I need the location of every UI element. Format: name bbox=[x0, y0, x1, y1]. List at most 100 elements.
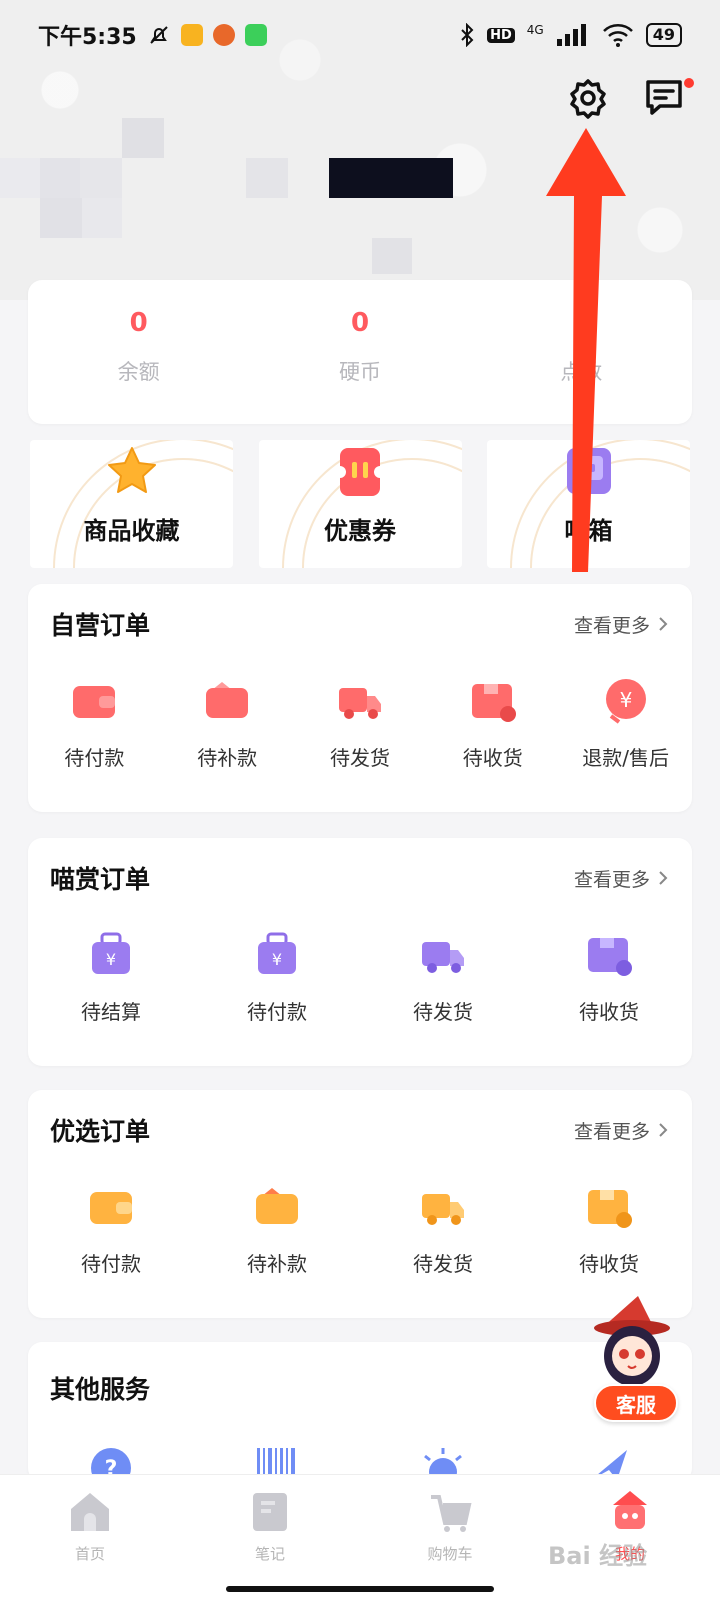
chevron-right-icon bbox=[659, 871, 668, 885]
stat-coins[interactable]: 0 硬币 bbox=[249, 280, 470, 424]
quick-link-label: 喵箱 bbox=[564, 517, 613, 545]
stat-value: 0 bbox=[572, 308, 591, 338]
app-notification-icon bbox=[244, 24, 267, 46]
wallet-refill-icon bbox=[256, 1188, 298, 1224]
section-title: 其他服务 bbox=[50, 1375, 151, 1404]
username-redacted bbox=[329, 158, 453, 198]
view-more-label: 查看更多 bbox=[573, 614, 650, 637]
order-status-pending-topup[interactable]: 待补款 bbox=[161, 676, 294, 771]
order-status-label: 退款/售后 bbox=[582, 746, 669, 770]
notification-dot bbox=[684, 78, 694, 88]
order-status-label: 待付款 bbox=[247, 1000, 307, 1024]
customer-service-button[interactable]: 客服 bbox=[594, 1384, 678, 1422]
tab-label: 购物车 bbox=[427, 1545, 473, 1563]
view-more-label: 查看更多 bbox=[573, 1120, 650, 1143]
truck-icon bbox=[422, 1194, 464, 1225]
order-status-to-ship[interactable]: 待发货 bbox=[360, 1182, 526, 1277]
order-status-to-ship[interactable]: 待发货 bbox=[294, 676, 427, 771]
order-status-refund[interactable]: ¥ 退款/售后 bbox=[559, 676, 692, 771]
order-status-to-settle[interactable]: ¥ 待结算 bbox=[28, 930, 194, 1025]
stat-label: 余额 bbox=[117, 360, 160, 384]
mute-bell-icon bbox=[150, 26, 168, 44]
order-status-to-receive[interactable]: 待收货 bbox=[526, 1182, 692, 1277]
order-status-label: 待收货 bbox=[579, 1252, 639, 1276]
order-status-to-ship[interactable]: 待发货 bbox=[360, 930, 526, 1025]
view-more-link[interactable]: 查看更多 bbox=[574, 611, 670, 638]
tab-cart[interactable]: 购物车 bbox=[360, 1475, 540, 1600]
stat-balance[interactable]: 0 余额 bbox=[28, 280, 249, 424]
order-status-pending-payment[interactable]: 待付款 bbox=[28, 676, 161, 771]
order-status-pending-topup[interactable]: 待补款 bbox=[194, 1182, 360, 1277]
chevron-right-icon bbox=[659, 1123, 668, 1137]
svg-text:¥: ¥ bbox=[272, 950, 282, 969]
tab-home[interactable]: 首页 bbox=[0, 1475, 180, 1600]
order-status-label: 待收货 bbox=[579, 1000, 639, 1024]
wallet-icon bbox=[73, 686, 116, 718]
battery-level: 49 bbox=[645, 23, 682, 47]
order-status-label: 待收货 bbox=[462, 746, 523, 770]
quick-link-label: 优惠券 bbox=[324, 517, 396, 545]
box-icon bbox=[566, 448, 611, 494]
quick-link-label: 商品收藏 bbox=[83, 517, 180, 545]
view-more-link[interactable]: 查看更多 bbox=[574, 1117, 670, 1144]
order-status-pending-payment[interactable]: ¥ 待付款 bbox=[194, 930, 360, 1025]
home-icon bbox=[71, 1493, 109, 1531]
order-status-label: 待补款 bbox=[197, 746, 258, 770]
order-status-label: 待发货 bbox=[413, 1000, 473, 1024]
stat-value: 0 bbox=[129, 308, 148, 338]
mascot-avatar[interactable] bbox=[592, 1294, 678, 1390]
stat-label: 硬币 bbox=[338, 360, 381, 384]
quick-link-favorites[interactable]: 商品收藏 bbox=[30, 440, 233, 568]
quick-link-coupons[interactable]: 优惠券 bbox=[258, 440, 462, 568]
refund-icon: ¥ bbox=[605, 679, 646, 724]
view-more-label: 查看更多 bbox=[573, 868, 650, 891]
section-title: 自营订单 bbox=[50, 611, 151, 640]
coupon-icon bbox=[334, 448, 386, 496]
truck-icon bbox=[422, 942, 464, 973]
tab-label: 笔记 bbox=[254, 1545, 285, 1563]
signal-icon bbox=[556, 24, 586, 46]
wallet-refill-icon bbox=[206, 682, 249, 718]
chevron-right-icon bbox=[659, 617, 668, 631]
customer-service-label: 客服 bbox=[616, 1392, 656, 1417]
section-title: 优选订单 bbox=[50, 1117, 151, 1146]
order-status-label: 待补款 bbox=[247, 1252, 307, 1276]
watermark: Bai 经验 bbox=[548, 1542, 648, 1570]
package-icon bbox=[471, 684, 516, 722]
star-icon bbox=[107, 447, 156, 493]
wallet-stats-card: 0 余额 0 硬币 0 点数 bbox=[28, 280, 692, 424]
order-status-to-receive[interactable]: 待收货 bbox=[526, 930, 692, 1025]
order-status-label: 待付款 bbox=[81, 1252, 141, 1276]
svg-text:¥: ¥ bbox=[619, 688, 632, 712]
package-icon bbox=[588, 1190, 632, 1228]
self-orders-card: 自营订单 查看更多 待付款 待补款 待发货 待收货 ¥ 退款/售后 bbox=[28, 584, 692, 812]
order-status-pending-payment[interactable]: 待付款 bbox=[28, 1182, 194, 1277]
stat-points[interactable]: 0 点数 bbox=[471, 280, 692, 424]
app-notification-icon bbox=[180, 24, 203, 46]
meow-orders-card: 喵赏订单 查看更多 ¥ 待结算 ¥ 待付款 待发货 待收货 bbox=[28, 838, 692, 1066]
home-indicator bbox=[226, 1586, 494, 1592]
bag-icon: ¥ bbox=[92, 932, 130, 974]
wifi-icon bbox=[602, 24, 633, 47]
stat-value: 0 bbox=[350, 308, 370, 338]
pick-orders-card: 优选订单 查看更多 待付款 待补款 待发货 待收货 bbox=[28, 1090, 692, 1318]
wallet-icon bbox=[90, 1192, 132, 1224]
view-more-link[interactable]: 查看更多 bbox=[574, 865, 670, 892]
status-time: 下午5:35 bbox=[38, 25, 137, 50]
note-icon bbox=[253, 1493, 287, 1531]
tab-notes[interactable]: 笔记 bbox=[180, 1475, 360, 1600]
order-status-label: 待发货 bbox=[329, 746, 390, 770]
settings-gear-icon[interactable] bbox=[566, 76, 610, 120]
svg-text:¥: ¥ bbox=[106, 950, 116, 969]
section-title: 喵赏订单 bbox=[50, 865, 151, 894]
network-type: 4G bbox=[526, 23, 544, 37]
quick-link-meow-box[interactable]: 喵箱 bbox=[487, 440, 690, 568]
tab-label: 首页 bbox=[74, 1545, 105, 1563]
status-bar: 下午5:35 HD 4G 49 bbox=[0, 0, 720, 70]
message-icon[interactable] bbox=[642, 76, 686, 120]
bluetooth-icon bbox=[461, 23, 474, 47]
cart-icon bbox=[431, 1495, 472, 1532]
order-status-to-receive[interactable]: 待收货 bbox=[426, 676, 559, 771]
bag-icon: ¥ bbox=[258, 932, 296, 974]
hd-badge: HD bbox=[487, 27, 515, 43]
